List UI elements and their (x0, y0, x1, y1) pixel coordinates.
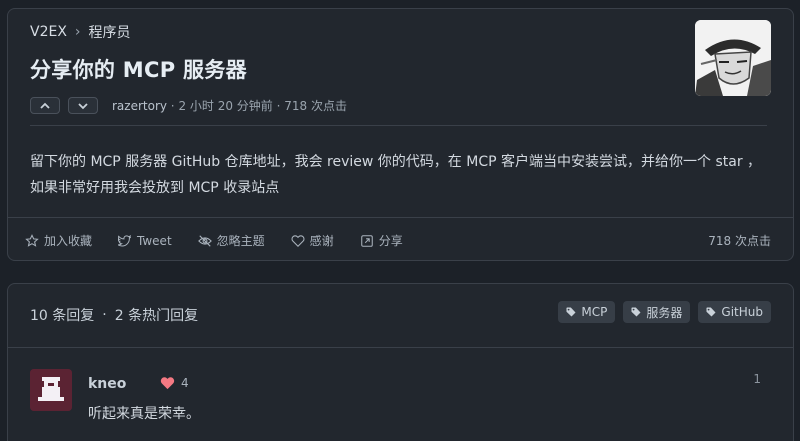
tag-icon (566, 307, 576, 317)
topic-title: 分享你的 MCP 服务器 (30, 58, 247, 82)
tag-github[interactable]: GitHub (698, 301, 771, 323)
chevron-down-icon (78, 102, 88, 109)
like-count: 4 (181, 376, 189, 390)
share-button[interactable]: 分享 (360, 232, 403, 249)
reply-count: 10 条回复 (30, 308, 95, 324)
heart-icon (160, 377, 175, 390)
tag-mcp[interactable]: MCP (558, 301, 616, 323)
eye-off-icon (197, 234, 212, 247)
divider (8, 217, 793, 218)
replies-card: 10 条回复 · 2 条热门回复 MCP 服务器 GitHub kneo 4 1… (7, 283, 794, 441)
tag-list: MCP 服务器 GitHub (558, 301, 771, 323)
tag-icon (706, 307, 716, 317)
tweet-label: Tweet (137, 233, 172, 248)
divider (30, 125, 767, 126)
click-count: 718 次点击 (284, 99, 347, 113)
favorite-button[interactable]: 加入收藏 (25, 232, 92, 249)
author-link[interactable]: razertory (112, 99, 167, 113)
tag-server[interactable]: 服务器 (623, 301, 691, 323)
favorite-label: 加入收藏 (44, 234, 93, 248)
author-avatar[interactable] (695, 20, 771, 96)
ignore-topic-button[interactable]: 忽略主题 (197, 232, 265, 249)
divider (8, 347, 793, 348)
twitter-icon (118, 234, 132, 246)
topic-meta: razertory · 2 小时 20 分钟前 · 718 次点击 (30, 97, 347, 114)
post-time: 2 小时 20 分钟前 (178, 99, 273, 113)
breadcrumb: V2EX › 程序员 (30, 22, 131, 42)
upvote-button[interactable] (30, 97, 60, 114)
reply-content: 听起来真是荣幸。 (88, 406, 200, 422)
replies-header: 10 条回复 · 2 条热门回复 (30, 305, 198, 325)
tag-label: 服务器 (646, 305, 683, 320)
header-dot: · (102, 307, 107, 323)
hot-reply-count: 2 条热门回复 (114, 308, 199, 324)
tag-icon (631, 307, 641, 317)
meta-dot: · (272, 98, 285, 113)
breadcrumb-node-link[interactable]: 程序员 (89, 22, 131, 42)
topic-actions: 加入收藏 Tweet 忽略主题 感谢 分享 718 次点击 (25, 232, 771, 249)
downvote-button[interactable] (68, 97, 98, 114)
reply-avatar[interactable] (30, 369, 72, 411)
topic-card: V2EX › 程序员 分享你的 MCP 服务器 razertory · 2 小时… (7, 8, 794, 261)
breadcrumb-separator: › (74, 24, 81, 40)
star-icon (25, 233, 39, 247)
thanks-label: 感谢 (309, 234, 334, 248)
breadcrumb-site-link[interactable]: V2EX (30, 24, 67, 40)
share-icon (360, 234, 373, 247)
chevron-up-icon (40, 102, 50, 109)
tweet-button[interactable]: Tweet (118, 234, 172, 248)
thanks-button[interactable]: 感谢 (291, 232, 334, 249)
ignore-label: 忽略主题 (216, 234, 265, 248)
meta-dot: · (166, 98, 179, 113)
tag-label: MCP (581, 305, 608, 319)
topic-content: 留下你的 MCP 服务器 GitHub 仓库地址，我会 review 你的代码，… (30, 154, 762, 196)
footer-click-count: 718 次点击 (708, 234, 771, 248)
reply-username[interactable]: kneo (88, 376, 126, 392)
share-label: 分享 (378, 234, 403, 248)
reply-likes: 4 (160, 376, 189, 390)
heart-icon (291, 234, 305, 247)
tag-label: GitHub (721, 305, 763, 319)
reply-floor-number: 1 (753, 372, 761, 386)
